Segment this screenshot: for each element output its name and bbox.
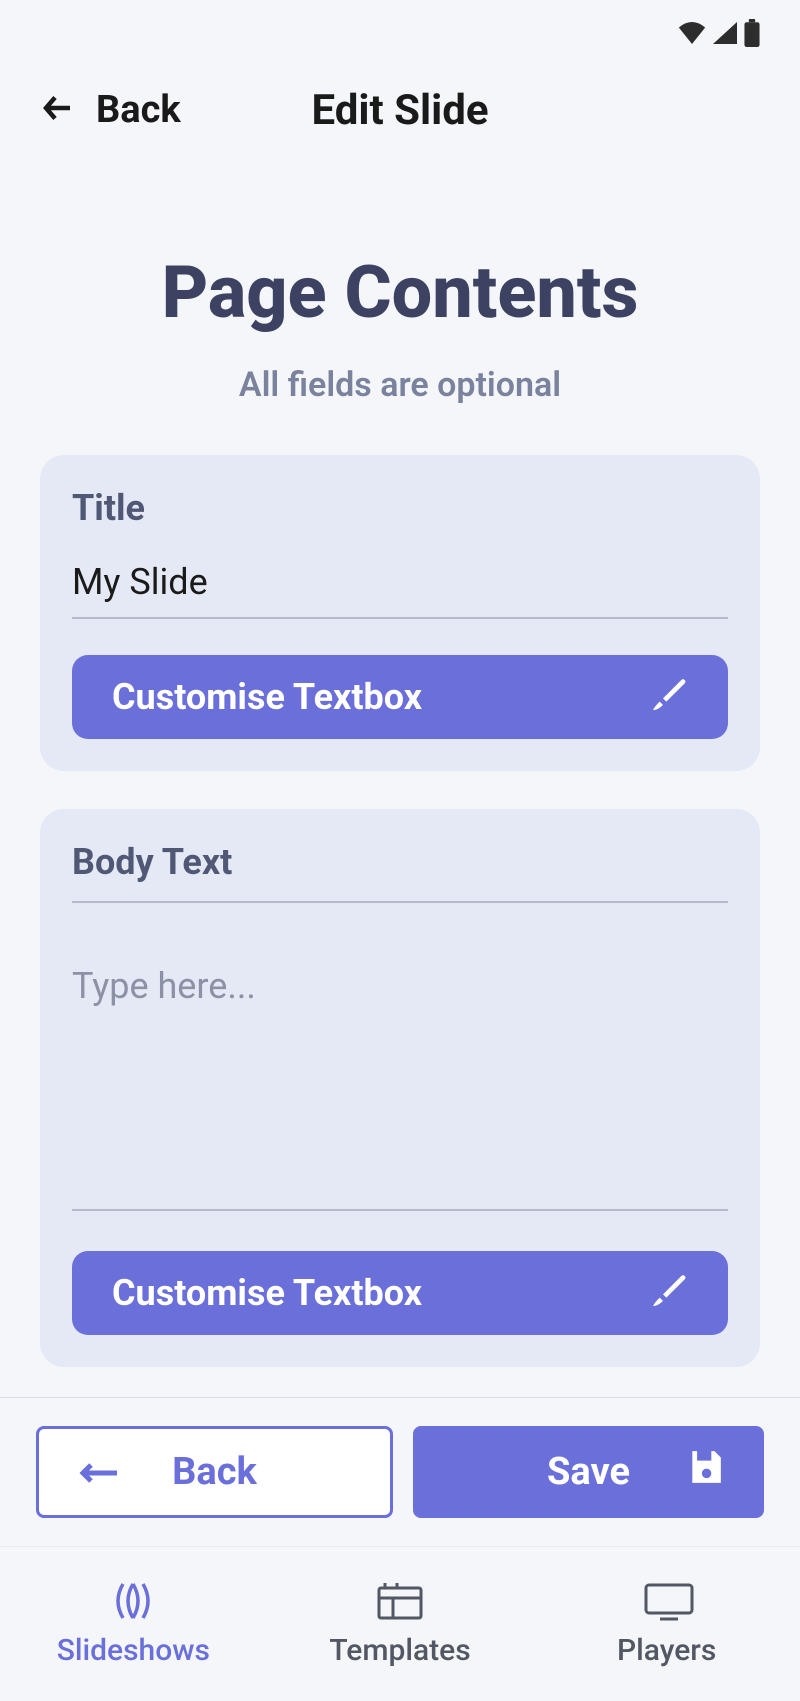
- save-button-label: Save: [547, 1450, 630, 1494]
- title-card: Title Customise Textbox: [40, 455, 760, 771]
- cellular-icon: [712, 22, 738, 48]
- nav-players-label: Players: [617, 1633, 716, 1668]
- title-label: Title: [72, 487, 728, 529]
- slideshows-icon: [108, 1581, 158, 1621]
- customise-title-label: Customise Textbox: [112, 676, 422, 718]
- battery-icon: [744, 19, 760, 51]
- save-button[interactable]: Save: [413, 1426, 764, 1518]
- wifi-icon: [678, 22, 706, 48]
- nav-slideshows-label: Slideshows: [57, 1633, 210, 1668]
- body-input[interactable]: [72, 951, 728, 1211]
- status-bar: [0, 0, 800, 70]
- players-icon: [642, 1581, 692, 1621]
- content-area: Page Contents All fields are optional Ti…: [0, 150, 800, 1367]
- nav-slideshows[interactable]: Slideshows: [0, 1547, 267, 1701]
- arrow-left-icon: [40, 90, 76, 130]
- page-title: Edit Slide: [311, 86, 488, 135]
- nav-templates[interactable]: Templates: [267, 1547, 534, 1701]
- top-nav: Back Edit Slide: [0, 70, 800, 150]
- main-heading: Page Contents: [40, 250, 760, 335]
- customise-title-button[interactable]: Customise Textbox: [72, 655, 728, 739]
- brush-icon: [648, 1271, 688, 1315]
- back-link-label: Back: [96, 88, 181, 132]
- back-button-label: Back: [172, 1450, 257, 1494]
- body-card: Body Text Customise Textbox: [40, 809, 760, 1367]
- nav-players[interactable]: Players: [533, 1547, 800, 1701]
- templates-icon: [375, 1581, 425, 1621]
- arrow-left-icon: [79, 1450, 119, 1494]
- nav-templates-label: Templates: [329, 1633, 470, 1668]
- title-input[interactable]: [72, 547, 728, 619]
- body-label: Body Text: [72, 841, 728, 903]
- back-button[interactable]: Back: [36, 1426, 393, 1518]
- save-icon: [686, 1448, 724, 1496]
- bottom-nav: Slideshows Templates Players: [0, 1546, 800, 1701]
- brush-icon: [648, 675, 688, 719]
- bottom-actions: Back Save: [0, 1397, 800, 1546]
- customise-body-button[interactable]: Customise Textbox: [72, 1251, 728, 1335]
- back-link[interactable]: Back: [40, 88, 181, 132]
- sub-heading: All fields are optional: [40, 365, 760, 405]
- customise-body-label: Customise Textbox: [112, 1272, 422, 1314]
